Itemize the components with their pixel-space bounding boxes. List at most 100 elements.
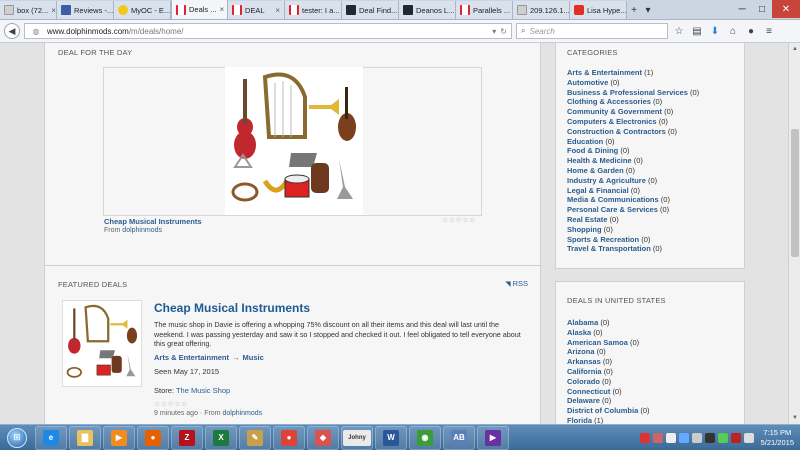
close-tab-icon[interactable]: × xyxy=(220,5,225,14)
taskbar-app-10[interactable]: W xyxy=(375,425,407,450)
state-link[interactable]: District of Columbia xyxy=(567,406,638,415)
taskbar-app-5[interactable]: X xyxy=(205,425,237,450)
category-link[interactable]: Industry & Agriculture xyxy=(567,176,646,185)
tab-8[interactable]: Parallels ...× xyxy=(456,1,513,19)
deal-from-link[interactable]: dolphinmods xyxy=(122,227,162,234)
tab-2[interactable]: MyOC - E...× xyxy=(114,1,171,19)
state-link[interactable]: Alabama xyxy=(567,318,598,327)
bookmark-star-icon[interactable]: ☆ xyxy=(672,24,686,38)
taskbar-app-3[interactable]: ● xyxy=(137,425,169,450)
category-link[interactable]: Arts & Entertainment xyxy=(567,68,642,77)
tab-9[interactable]: 209.126.1...× xyxy=(513,1,570,19)
state-link[interactable]: Arkansas xyxy=(567,357,601,366)
new-tab-icon[interactable]: + xyxy=(627,1,641,19)
start-button[interactable]: ⊞ xyxy=(0,425,34,450)
taskbar-app-8[interactable]: ◆ xyxy=(307,425,339,450)
tab-4[interactable]: DEAL × xyxy=(228,1,285,19)
reload-icon[interactable]: ↻ xyxy=(500,27,507,36)
tab-1[interactable]: Reviews -...× xyxy=(57,1,114,19)
tab-10[interactable]: Lisa Hype...× xyxy=(570,1,627,19)
rss-link[interactable]: ◥ RSS xyxy=(505,279,528,288)
category-link[interactable]: Health & Medicine xyxy=(567,156,632,165)
category-link[interactable]: Education xyxy=(567,137,603,146)
network-tray-icon[interactable] xyxy=(678,433,689,443)
taskbar-app-1[interactable]: ▇ xyxy=(69,425,101,450)
state-link[interactable]: Alaska xyxy=(567,328,591,337)
category-link[interactable]: Arts & Entertainment xyxy=(154,353,229,362)
tray-icon-4[interactable] xyxy=(730,433,741,443)
scroll-down-icon[interactable]: ▼ xyxy=(789,412,800,424)
search-input[interactable]: ⌕ Search xyxy=(516,23,668,39)
deal-image[interactable] xyxy=(225,67,363,215)
taskbar-app-6[interactable]: ✎ xyxy=(239,425,271,450)
deal-title-link[interactable]: Cheap Musical Instruments xyxy=(104,217,202,226)
state-link[interactable]: Connecticut xyxy=(567,387,610,396)
tab-7[interactable]: Deanos L...× xyxy=(399,1,456,19)
taskbar-app-0[interactable]: e xyxy=(35,425,67,450)
download-icon[interactable]: ⬇ xyxy=(708,24,722,38)
tab-6[interactable]: Deal Find...× xyxy=(342,1,399,19)
state-link[interactable]: Colorado xyxy=(567,377,600,386)
featured-deal-image[interactable] xyxy=(62,300,142,387)
tab-list-icon[interactable]: ▾ xyxy=(641,1,655,19)
state-link[interactable]: Delaware xyxy=(567,396,600,405)
tab-5[interactable]: tester: I a...× xyxy=(285,1,342,19)
featured-rating-stars[interactable]: ☆☆☆☆☆ xyxy=(154,400,188,408)
tab-3[interactable]: Deals ... × xyxy=(171,0,228,19)
store-link[interactable]: The Music Shop xyxy=(176,386,230,395)
scroll-thumb[interactable] xyxy=(791,129,799,257)
close-tab-icon[interactable]: × xyxy=(275,6,280,15)
menu-icon[interactable]: ≡ xyxy=(762,24,776,38)
state-link[interactable]: American Samoa xyxy=(567,338,628,347)
taskbar-app-2[interactable]: ▶ xyxy=(103,425,135,450)
volume-icon[interactable] xyxy=(743,433,754,443)
scroll-up-icon[interactable]: ▲ xyxy=(789,43,800,55)
taskbar-app-7[interactable]: ● xyxy=(273,425,305,450)
category-link[interactable]: Clothing & Accessories xyxy=(567,97,651,106)
clock[interactable]: 7:15 PM 5/21/2015 xyxy=(761,428,794,448)
category-link[interactable]: Personal Care & Services xyxy=(567,205,658,214)
pdf-tray-icon[interactable] xyxy=(639,433,650,443)
taskbar-app-11[interactable]: ◉ xyxy=(409,425,441,450)
tray-icon-2[interactable] xyxy=(704,433,715,443)
state-link[interactable]: Arizona xyxy=(567,347,595,356)
category-link[interactable]: Construction & Contractors xyxy=(567,127,666,136)
time-from-link[interactable]: dolphinmods xyxy=(222,410,262,417)
tray-icon[interactable] xyxy=(665,433,676,443)
vertical-scrollbar[interactable]: ▲ ▼ xyxy=(788,43,800,424)
category-link[interactable]: Food & Dining xyxy=(567,146,618,155)
minimize-icon[interactable]: ─ xyxy=(732,0,752,18)
state-link[interactable]: California xyxy=(567,367,602,376)
tray-icon-3[interactable] xyxy=(717,433,728,443)
close-tab-icon[interactable]: × xyxy=(51,6,56,15)
home-icon[interactable]: ⌂ xyxy=(726,24,740,38)
app-tray-icon[interactable] xyxy=(652,433,663,443)
category-link[interactable]: Sports & Recreation xyxy=(567,235,639,244)
taskbar-app-12[interactable]: AB xyxy=(443,425,475,450)
close-window-icon[interactable]: ✕ xyxy=(772,0,800,18)
category-link[interactable]: Community & Government xyxy=(567,107,662,116)
taskbar-app-9[interactable]: Johny xyxy=(341,425,373,450)
chat-icon[interactable]: ● xyxy=(744,24,758,38)
category-link[interactable]: Shopping xyxy=(567,225,602,234)
tab-0[interactable]: box (72... × xyxy=(0,1,57,19)
subcategory-link[interactable]: Music xyxy=(243,353,264,362)
category-link[interactable]: Business & Professional Services xyxy=(567,88,688,97)
category-link[interactable]: Travel & Transportation xyxy=(567,244,651,253)
reading-list-icon[interactable]: ▤ xyxy=(690,24,704,38)
category-link[interactable]: Real Estate xyxy=(567,215,607,224)
category-link[interactable]: Automotive xyxy=(567,78,608,87)
featured-deal-title[interactable]: Cheap Musical Instruments xyxy=(154,301,310,315)
url-bar[interactable]: ◍ www.dolphinmods.com/m/deals/home/ ▾ ↻ xyxy=(24,23,512,39)
taskbar-app-4[interactable]: Z xyxy=(171,425,203,450)
taskbar-app-13[interactable]: ▶ xyxy=(477,425,509,450)
dropdown-arrow-icon[interactable]: ▾ xyxy=(492,27,496,36)
state-link[interactable]: Florida xyxy=(567,416,592,424)
category-link[interactable]: Computers & Electronics xyxy=(567,117,657,126)
category-link[interactable]: Legal & Financial xyxy=(567,186,629,195)
flag-tray-icon[interactable] xyxy=(691,433,702,443)
category-link[interactable]: Home & Garden xyxy=(567,166,624,175)
deal-rating-stars[interactable]: ☆☆☆☆☆ xyxy=(442,216,476,224)
category-link[interactable]: Media & Communications xyxy=(567,195,659,204)
maximize-icon[interactable]: □ xyxy=(752,0,772,18)
